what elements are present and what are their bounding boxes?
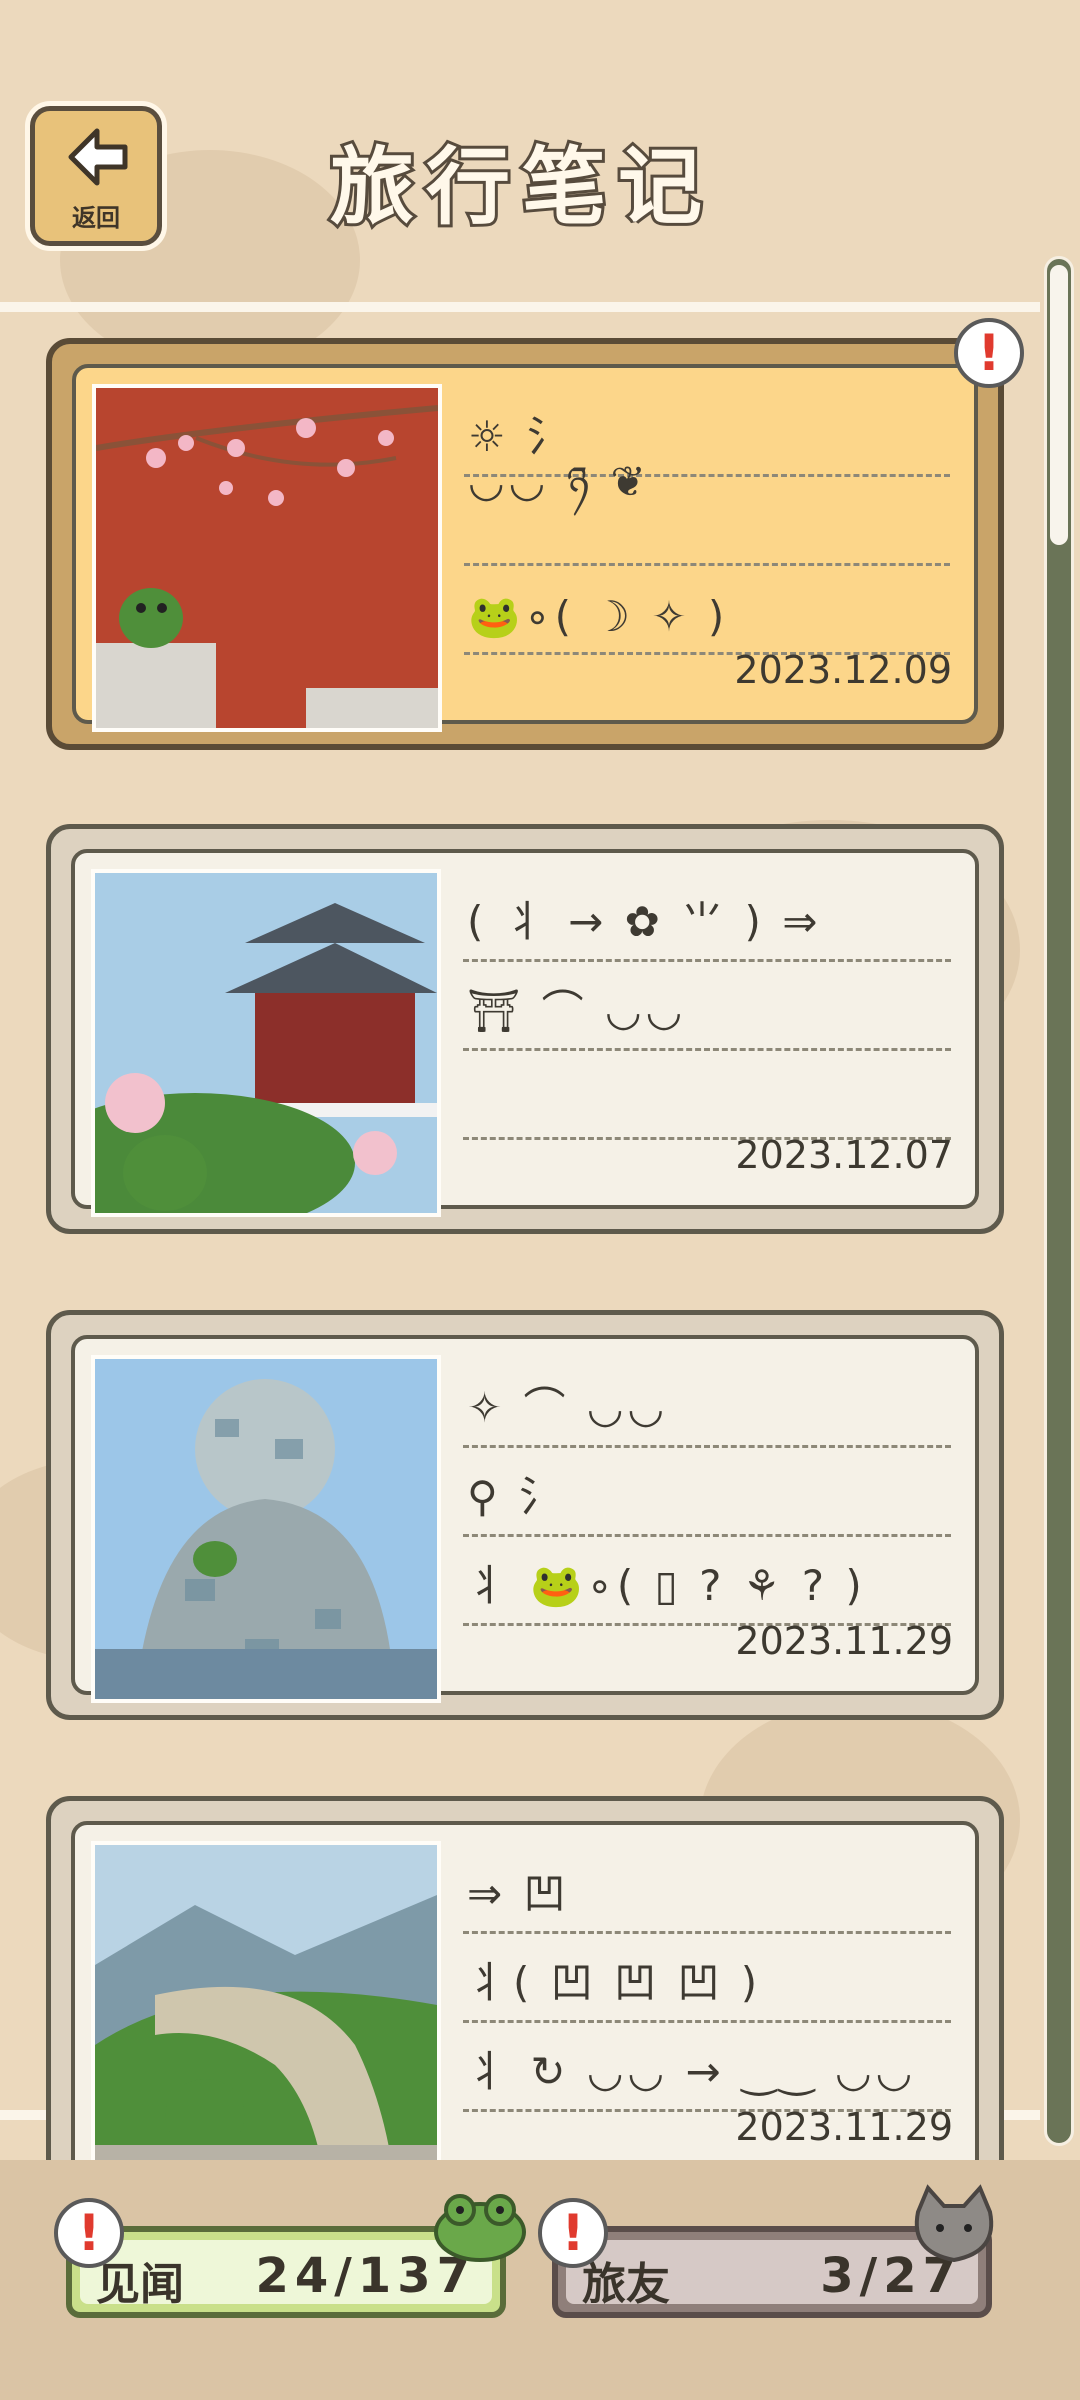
- note-line: ( ⺦ → ✿ ⺌ ) ⇒: [463, 873, 951, 962]
- mosaic-tower-frog-photo: [91, 1355, 441, 1703]
- note-card[interactable]: ☼ 氵 ◡◡ ཉ ❦ 🐸∘( ☽ ✧ ) 2023.12.09: [46, 338, 1004, 750]
- note-card[interactable]: ⇒ 凹 ⺦( 凹 凹 凹 ) ⺦ ↻ ◡◡ → ‿‿ ◡◡ 2023.11.29: [46, 1796, 1004, 2206]
- note-date: 2023.11.29: [735, 2105, 953, 2149]
- back-label: 返回: [72, 204, 120, 232]
- jianwen-counter-body: 见闻 24/137: [80, 2240, 492, 2310]
- note-line: ⺦ ↻ ◡◡ → ‿‿ ◡◡: [463, 2023, 951, 2112]
- cat-icon: [914, 2184, 994, 2263]
- note-card-body: ( ⺦ → ✿ ⺌ ) ⇒ ⛩ ⌒ ◡◡ 2023.12.07: [71, 849, 979, 1217]
- back-arrow-icon: [68, 128, 128, 186]
- note-card-body: ☼ 氵 ◡◡ ཉ ❦ 🐸∘( ☽ ✧ ) 2023.12.09: [72, 364, 978, 732]
- note-line: ⺦( 凹 凹 凹 ): [463, 1934, 951, 2023]
- pagoda-frog-photo: [91, 869, 441, 1217]
- note-card-body: ⇒ 凹 ⺦( 凹 凹 凹 ) ⺦ ↻ ◡◡ → ‿‿ ◡◡ 2023.11.29: [71, 1821, 979, 2189]
- divider: [0, 302, 1040, 312]
- frog-icon: [434, 2194, 526, 2262]
- note-glyphs: ✧ ⌒ ◡◡: [467, 1383, 669, 1432]
- note-line: ⚲ 氵: [463, 1448, 951, 1537]
- note-card[interactable]: ( ⺦ → ✿ ⺌ ) ⇒ ⛩ ⌒ ◡◡ 2023.12.07: [46, 824, 1004, 1234]
- note-date: 2023.11.29: [735, 1619, 953, 1663]
- note-line: [463, 1051, 951, 1140]
- note-text-lines: ( ⺦ → ✿ ⺌ ) ⇒ ⛩ ⌒ ◡◡: [463, 873, 951, 1140]
- note-line: ⛩ ⌒ ◡◡: [463, 962, 951, 1051]
- note-card[interactable]: ✧ ⌒ ◡◡ ⚲ 氵 ⺦ 🐸∘( ▯ ? ⚘ ? ) 2023.11.29: [46, 1310, 1004, 1720]
- page-title: 旅行笔记: [327, 135, 715, 239]
- note-glyphs: ( ⺦ → ✿ ⺌ ) ⇒: [467, 897, 822, 946]
- note-glyphs: ⛩ ⌒ ◡◡: [467, 986, 687, 1035]
- great-wall-frog-photo: [91, 1841, 441, 2189]
- scrollbar[interactable]: [1044, 256, 1074, 2146]
- note-glyphs: ⺦( 凹 凹 凹 ): [467, 1958, 762, 2007]
- scrollbar-thumb[interactable]: [1050, 265, 1068, 545]
- new-alert-icon: !: [538, 2198, 608, 2268]
- note-line: 🐸∘( ☽ ✧ ): [464, 566, 950, 655]
- note-glyphs: ⚲ 氵: [467, 1472, 566, 1521]
- note-glyphs: ◡◡ ཉ ❦: [468, 457, 650, 506]
- note-glyphs: ⇒ 凹: [467, 1869, 570, 1918]
- note-date: 2023.12.09: [734, 648, 952, 692]
- note-glyphs: ⺦ 🐸∘( ▯ ? ⚘ ? ): [467, 1561, 866, 1610]
- plum-blossom-frog-photo: [92, 384, 442, 732]
- note-text-lines: ⇒ 凹 ⺦( 凹 凹 凹 ) ⺦ ↻ ◡◡ → ‿‿ ◡◡: [463, 1845, 951, 2112]
- new-alert-icon: !: [54, 2198, 124, 2268]
- note-date: 2023.12.07: [735, 1133, 953, 1177]
- note-line: ✧ ⌒ ◡◡: [463, 1359, 951, 1448]
- new-alert-icon: !: [954, 318, 1024, 388]
- note-card-body: ✧ ⌒ ◡◡ ⚲ 氵 ⺦ 🐸∘( ▯ ? ⚘ ? ) 2023.11.29: [71, 1335, 979, 1703]
- note-line: ◡◡ ཉ ❦: [464, 457, 950, 566]
- back-button[interactable]: 返回: [30, 106, 162, 246]
- note-line: ⇒ 凹: [463, 1845, 951, 1934]
- note-glyphs: 🐸∘( ☽ ✧ ): [468, 592, 729, 641]
- note-text-lines: ☼ 氵 ◡◡ ཉ ❦ 🐸∘( ☽ ✧ ): [464, 388, 950, 655]
- note-glyphs: ⺦ ↻ ◡◡ → ‿‿ ◡◡: [467, 2047, 917, 2096]
- note-text-lines: ✧ ⌒ ◡◡ ⚲ 氵 ⺦ 🐸∘( ▯ ? ⚘ ? ): [463, 1359, 951, 1626]
- note-line: ⺦ 🐸∘( ▯ ? ⚘ ? ): [463, 1537, 951, 1626]
